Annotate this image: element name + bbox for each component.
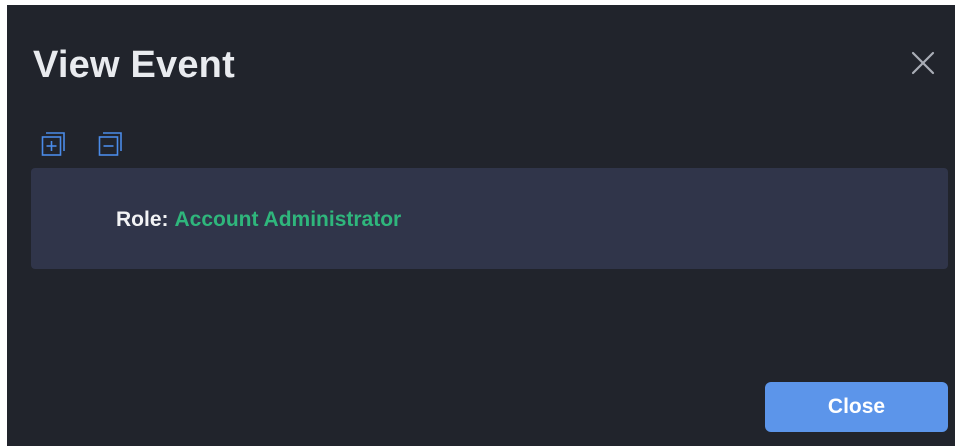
event-details-panel: Role: Account Administrator [31, 168, 948, 269]
role-value: Account Administrator [174, 208, 402, 231]
role-label: Role: [116, 208, 169, 231]
collapse-all-icon[interactable] [98, 131, 124, 157]
close-icon[interactable] [909, 49, 937, 77]
close-x-glyph [911, 51, 935, 75]
collapse-all-glyph [98, 132, 122, 156]
view-event-dialog: View Event Role: Account Administrator Cl… [7, 5, 955, 446]
dialog-title: View Event [33, 44, 235, 86]
role-field: Role: Account Administrator [116, 208, 401, 232]
close-button[interactable]: Close [765, 382, 948, 432]
expand-all-icon[interactable] [41, 131, 67, 157]
expand-all-glyph [41, 132, 65, 156]
